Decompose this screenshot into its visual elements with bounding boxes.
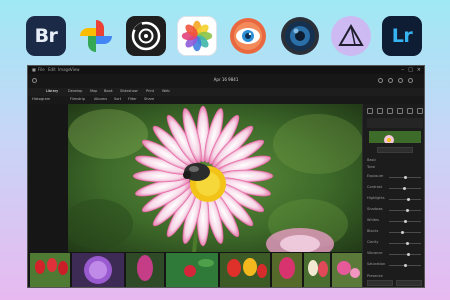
slider-label-vibrance: Vibrance xyxy=(367,251,383,255)
gradient-icon[interactable] xyxy=(417,108,423,114)
filmstrip-thumb-pink-flowers[interactable] xyxy=(332,253,362,287)
filmstrip-thumb-red-yellow-tulips[interactable] xyxy=(220,253,270,287)
slider-knob-blacks[interactable] xyxy=(401,231,404,234)
slider-knob-contrast[interactable] xyxy=(402,187,406,190)
brush-icon[interactable] xyxy=(407,108,413,114)
maximize-icon[interactable]: □ xyxy=(408,67,413,73)
menu-edit[interactable]: Edit xyxy=(48,67,56,72)
tab-book[interactable]: Book xyxy=(104,89,113,93)
adobe-lightroom-label: Lr xyxy=(391,25,413,47)
slider-knob-clarity[interactable] xyxy=(405,242,409,245)
slider-track-highlights[interactable] xyxy=(389,199,421,200)
mask-icon[interactable] xyxy=(397,108,403,114)
slider-knob-highlights[interactable] xyxy=(407,198,410,201)
close-icon[interactable]: × xyxy=(417,67,421,73)
crop-icon[interactable] xyxy=(367,108,373,114)
slider-label-clarity: Clarity xyxy=(367,240,379,244)
menu-file[interactable]: File xyxy=(38,67,45,72)
subtab-share[interactable]: Share xyxy=(144,97,154,101)
adobe-bridge-label: Br xyxy=(34,25,58,47)
auto-button[interactable] xyxy=(377,147,413,153)
minimize-icon[interactable]: – xyxy=(402,67,405,73)
slider-track-vibrance[interactable] xyxy=(389,254,421,255)
adjustment-panel: Basic Tone Exposure Contrast Highlights Sha… xyxy=(362,104,424,287)
filmstrip-thumb-red-flower[interactable] xyxy=(166,253,218,287)
tab-library[interactable]: Library xyxy=(46,89,58,93)
navigator-thumbnail[interactable] xyxy=(369,131,421,143)
camera-lens-icon[interactable] xyxy=(126,16,166,56)
menu-view[interactable]: View xyxy=(70,67,80,72)
tab-web[interactable]: Web xyxy=(162,89,170,93)
google-photos-icon[interactable] xyxy=(76,16,116,56)
slider-knob-exposure[interactable] xyxy=(404,176,407,179)
heal-icon[interactable] xyxy=(377,108,383,114)
filmstrip-thumb-purple-allium[interactable] xyxy=(72,253,124,287)
tab-print[interactable]: Print xyxy=(146,89,154,93)
document-title: Apr 16 9841 xyxy=(213,77,239,82)
filmstrip-thumb-red-tulips[interactable] xyxy=(30,253,70,287)
subtab-histogram[interactable]: Histogram xyxy=(32,97,50,101)
slider-knob-shadows[interactable] xyxy=(405,209,409,212)
main-photo[interactable] xyxy=(68,104,362,252)
more-icon[interactable] xyxy=(408,78,413,83)
sub-toolbar: Histogram Filmstrip Albums Sort Filter S… xyxy=(28,96,424,104)
slider-knob-saturation[interactable] xyxy=(404,264,407,267)
reset-button-right[interactable] xyxy=(396,280,422,286)
xnview-eye-icon[interactable] xyxy=(228,16,268,56)
subtab-filmstrip[interactable]: Filmstrip xyxy=(70,97,85,101)
slider-label-whites: Whites xyxy=(367,218,380,222)
left-panel xyxy=(28,104,68,252)
redeye-icon[interactable] xyxy=(387,108,393,114)
section-tone: Tone xyxy=(367,165,376,169)
adobe-bridge-icon[interactable]: Br xyxy=(26,16,66,56)
slider-label-contrast: Contrast xyxy=(367,185,382,189)
slider-knob-whites[interactable] xyxy=(404,220,407,223)
apple-photos-icon[interactable] xyxy=(177,16,217,56)
photo-editor-window: ■ File Edit Image View – □ × Apr 16 9841… xyxy=(27,65,425,288)
slider-label-shadows: Shadows xyxy=(367,207,383,211)
section-basic: Basic xyxy=(367,158,377,162)
slider-label-saturation: Saturation xyxy=(367,262,386,266)
tab-map[interactable]: Map xyxy=(90,89,97,93)
reset-button-left[interactable] xyxy=(367,280,393,286)
tab-slideshow[interactable]: Slideshow xyxy=(120,89,138,93)
histogram-area xyxy=(367,118,423,128)
aperture-lens-icon[interactable] xyxy=(280,16,320,56)
filmstrip-thumb-pink-tulips[interactable] xyxy=(272,253,302,287)
affinity-triangle-icon[interactable] xyxy=(331,16,371,56)
subtab-albums[interactable]: Albums xyxy=(94,97,107,101)
menu-image[interactable]: Image xyxy=(58,67,71,72)
app-logo-icon: ■ xyxy=(32,67,36,72)
daisy-photo-image xyxy=(68,104,362,252)
slider-label-blacks: Blacks xyxy=(367,229,379,233)
slider-track-blacks[interactable] xyxy=(389,232,421,233)
section-presence: Presence xyxy=(367,274,383,278)
settings-icon[interactable] xyxy=(398,78,403,83)
subtab-filter[interactable]: Filter xyxy=(128,97,137,101)
top-toolbar: Apr 16 9841 xyxy=(28,74,424,89)
slider-label-highlights: Highlights xyxy=(367,196,385,200)
share-icon[interactable] xyxy=(378,78,383,83)
filmstrip-thumb-pink-hyacinth[interactable] xyxy=(126,253,164,287)
filmstrip-thumb-white-red-tulips[interactable] xyxy=(304,253,330,287)
slider-knob-vibrance[interactable] xyxy=(407,253,410,256)
slider-label-exposure: Exposure xyxy=(367,174,384,178)
info-icon[interactable] xyxy=(388,78,393,83)
filmstrip xyxy=(28,252,362,287)
subtab-sort[interactable]: Sort xyxy=(114,97,121,101)
tab-develop[interactable]: Develop xyxy=(68,89,82,93)
adobe-lightroom-icon[interactable]: Lr xyxy=(382,16,422,56)
